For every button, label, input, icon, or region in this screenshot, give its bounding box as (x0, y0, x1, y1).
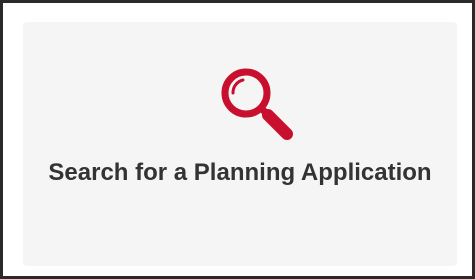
tile-label: Search for a Planning Application (48, 159, 432, 186)
screenshot-frame: Search for a Planning Application (0, 0, 475, 279)
search-icon (216, 63, 298, 145)
search-planning-application-tile[interactable]: Search for a Planning Application (23, 22, 457, 266)
